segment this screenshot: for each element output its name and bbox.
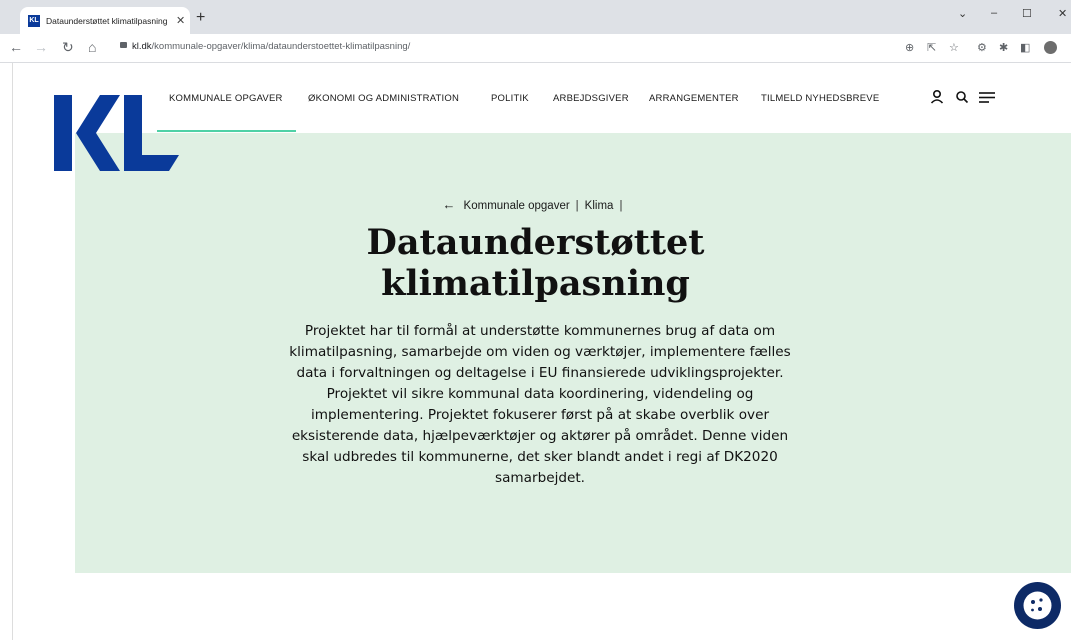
side-panel-icon[interactable]: ◧ <box>1020 41 1030 54</box>
user-icon[interactable] <box>930 89 944 105</box>
home-icon[interactable]: ⌂ <box>88 39 96 55</box>
close-tab-icon[interactable]: ✕ <box>176 14 185 27</box>
tab-search-icon[interactable]: ⌄ <box>958 7 967 20</box>
nav-item-arbejdsgiver[interactable]: ARBEJDSGIVER <box>553 93 629 104</box>
lead-paragraph: Projektet har til formål at understøtte … <box>289 323 791 486</box>
close-window-icon[interactable]: ✕ <box>1058 7 1067 20</box>
reload-icon[interactable]: ↻ <box>62 39 74 55</box>
maximize-icon[interactable]: ☐ <box>1022 7 1032 20</box>
back-icon[interactable]: ← <box>9 39 23 55</box>
nav-item-oekonomi[interactable]: ØKONOMI OG ADMINISTRATION <box>308 93 459 104</box>
kl-logo[interactable] <box>54 95 179 171</box>
browser-tab-bar: KL Dataunderstøttet klimatilpasning ✕ + … <box>0 0 1071 34</box>
breadcrumb-item-klima[interactable]: Klima <box>585 200 614 212</box>
page-title: Dataunderstøttet klimatilpasning <box>0 222 1071 304</box>
search-icon[interactable] <box>955 89 969 105</box>
back-arrow-icon[interactable]: ← <box>443 197 456 212</box>
minimize-icon[interactable]: – <box>991 7 997 19</box>
browser-toolbar: ← → ↻ ⌂ kl.dk/kommunale-opgaver/klima/da… <box>0 34 1071 63</box>
extension-icon[interactable]: ⚙ <box>977 41 987 54</box>
forward-icon[interactable]: → <box>34 39 48 55</box>
lock-icon[interactable] <box>120 42 127 48</box>
url-field[interactable]: kl.dk/kommunale-opgaver/klima/dataunders… <box>132 41 410 52</box>
bookmark-star-icon[interactable]: ☆ <box>949 41 959 54</box>
nav-item-tilmeld-nyhedsbreve[interactable]: TILMELD NYHEDSBREVE <box>761 93 879 104</box>
zoom-icon[interactable]: ⊕ <box>905 41 914 54</box>
cookie-settings-button[interactable] <box>1014 582 1061 629</box>
url-host: kl.dk <box>132 41 152 52</box>
breadcrumb-separator: | <box>619 200 623 212</box>
cookie-icon <box>1023 591 1052 620</box>
breadcrumb-separator: | <box>575 200 579 212</box>
page-title-line-2: klimatilpasning <box>381 263 690 304</box>
nav-item-kommunale-opgaver[interactable]: KOMMUNALE OPGAVER <box>169 93 283 104</box>
page-edge-divider <box>12 63 13 640</box>
tab-title: Dataunderstøttet klimatilpasning <box>46 15 168 26</box>
page-title-line-1: Dataunderstøttet <box>366 222 705 263</box>
url-path: /kommunale-opgaver/klima/dataunderstoett… <box>151 41 411 52</box>
profile-avatar[interactable] <box>1044 41 1057 54</box>
new-tab-icon[interactable]: + <box>196 10 205 26</box>
breadcrumb: ← Kommunale opgaver | Klima | <box>0 197 1071 212</box>
browser-tab[interactable]: KL Dataunderstøttet klimatilpasning ✕ <box>20 7 190 34</box>
puzzle-icon[interactable]: ✱ <box>999 41 1008 54</box>
active-nav-indicator <box>157 130 296 132</box>
nav-item-arrangementer[interactable]: ARRANGEMENTER <box>649 93 739 104</box>
menu-icon[interactable] <box>978 89 996 105</box>
kl-favicon-icon: KL <box>28 14 40 27</box>
nav-item-politik[interactable]: POLITIK <box>491 93 529 104</box>
breadcrumb-item-kommunale-opgaver[interactable]: Kommunale opgaver <box>464 200 570 212</box>
share-icon[interactable]: ⇱ <box>927 41 936 54</box>
